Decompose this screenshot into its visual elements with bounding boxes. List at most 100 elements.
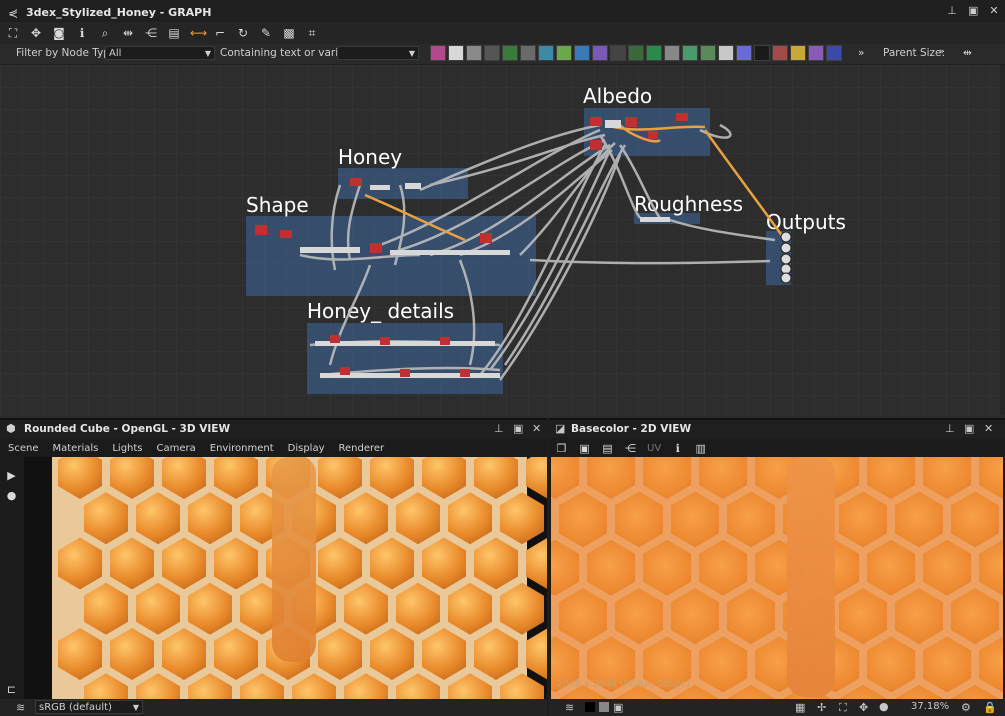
honey-cell [587, 457, 635, 499]
filter-noise-icon[interactable] [754, 45, 770, 61]
uv-toggle[interactable]: UV [647, 443, 661, 454]
filter-label: Filter by Node Type [16, 47, 117, 59]
tools-icon[interactable]: ✎ [259, 26, 273, 40]
menu-materials[interactable]: Materials [53, 443, 99, 454]
filter-shuffle-icon[interactable] [484, 45, 500, 61]
layout-icon[interactable]: ▤ [167, 26, 181, 40]
colorspace-select[interactable]: sRGB (default) ▼ [35, 700, 143, 714]
pin-icon[interactable]: ⊥ [494, 422, 504, 435]
view3d-viewport[interactable] [24, 457, 547, 699]
honey-cell [979, 457, 1003, 499]
honey-cell [58, 457, 102, 499]
pin-icon[interactable]: ⊥ [945, 422, 955, 435]
filter-grid-icon[interactable] [610, 45, 626, 61]
filter-fx-icon[interactable] [628, 45, 644, 61]
zoom-value[interactable]: 37.18% [911, 701, 949, 712]
filter-levels-icon[interactable] [664, 45, 680, 61]
fit-icon[interactable]: ⛶ [6, 26, 20, 40]
close-icon[interactable]: ✕ [532, 422, 541, 435]
connect-icon[interactable]: ⟷ [190, 26, 207, 40]
close-icon[interactable]: ✕ [989, 5, 999, 16]
view2d-viewport[interactable]: 2048 x 2048 (RGBA, 16bpc) [551, 457, 1003, 699]
float-icon[interactable]: ▣ [513, 422, 523, 435]
honey-cell [188, 673, 232, 699]
move-icon[interactable]: ✢ [817, 701, 826, 714]
filter-transform-icon[interactable] [538, 45, 554, 61]
honey-cell [923, 539, 971, 596]
refresh-icon[interactable]: ↻ [236, 26, 250, 40]
filter-svg-icon[interactable] [448, 45, 464, 61]
frame-icon[interactable]: ⌗ [305, 26, 319, 40]
parent-size-more-icon[interactable]: » [939, 47, 945, 57]
info-icon[interactable]: ℹ [671, 442, 684, 455]
document-icon[interactable]: ▤ [601, 442, 614, 455]
camera-icon[interactable]: ◙ [52, 26, 66, 40]
filter-curve-icon[interactable] [502, 45, 518, 61]
layers-icon[interactable]: ≋ [565, 701, 574, 714]
menu-display[interactable]: Display [288, 443, 325, 454]
close-icon[interactable]: ✕ [984, 422, 993, 435]
hierarchy-icon[interactable]: ⋲ [144, 26, 158, 40]
center-icon[interactable]: ✥ [859, 701, 868, 714]
filter-hsl-icon[interactable] [736, 45, 752, 61]
honey-cell [895, 684, 943, 699]
float-icon[interactable]: ▣ [968, 5, 978, 16]
filter-bw-icon[interactable] [772, 45, 788, 61]
menu-camera[interactable]: Camera [157, 443, 196, 454]
filter-drop-icon[interactable] [466, 45, 482, 61]
honey-cell [559, 491, 607, 548]
save-icon[interactable]: ▣ [578, 442, 591, 455]
video-icon[interactable]: ▶ [5, 469, 18, 482]
menu-environment[interactable]: Environment [210, 443, 274, 454]
grid-icon[interactable]: ▦ [795, 701, 805, 714]
route-icon[interactable]: ⌐ [213, 26, 227, 40]
fit-icon[interactable]: ⛶ [839, 701, 847, 715]
filter-blend-icon[interactable] [646, 45, 662, 61]
lock-icon[interactable]: 🔒 [983, 701, 997, 714]
histogram-icon[interactable]: ▥ [694, 442, 707, 455]
grey-swatch[interactable] [599, 702, 609, 712]
filter-output-icon[interactable] [826, 45, 842, 61]
filter-text-icon[interactable] [808, 45, 824, 61]
filter-normal-icon[interactable] [700, 45, 716, 61]
copy-icon[interactable]: ❐ [555, 442, 568, 455]
black-swatch[interactable] [585, 702, 595, 712]
info-icon[interactable]: ℹ [75, 26, 89, 40]
filter-bitmap-icon[interactable] [430, 45, 446, 61]
honey-cell [587, 539, 635, 596]
filter-shape-icon[interactable] [592, 45, 608, 61]
light-icon[interactable]: ● [5, 489, 18, 502]
filter-brush-icon[interactable] [520, 45, 536, 61]
menu-renderer[interactable]: Renderer [339, 443, 385, 454]
graph-scrollbar[interactable] [1000, 65, 1005, 415]
float-icon[interactable]: ▣ [964, 422, 974, 435]
link-options-icon[interactable]: ⇹ [963, 47, 972, 59]
more-icon[interactable]: » [858, 47, 864, 59]
menu-lights[interactable]: Lights [112, 443, 142, 454]
filter-histogram-icon[interactable] [718, 45, 734, 61]
image-icon[interactable]: ▣ [613, 701, 623, 714]
node-type-select[interactable]: All ▼ [105, 46, 215, 60]
search-icon[interactable]: ⌕ [98, 26, 112, 40]
filter-bar: Filter by Node Type All ▼ Containing tex… [0, 44, 1005, 65]
view2d-titlebar: ◪ Basecolor - 2D VIEW ⊥ ▣ ✕ [549, 420, 1005, 438]
honey-cell [110, 457, 154, 499]
filter-warning-icon[interactable] [790, 45, 806, 61]
filter-color-icon[interactable] [682, 45, 698, 61]
share-icon[interactable]: ⋲ [624, 442, 637, 455]
link-icon[interactable]: ⇹ [121, 26, 135, 40]
honey-cell [370, 537, 414, 590]
text-filter-input[interactable]: ▼ [337, 46, 419, 60]
filter-warp-icon[interactable] [574, 45, 590, 61]
settings-icon[interactable]: ⚙ [961, 701, 971, 714]
honey-cell [84, 673, 128, 699]
filter-gradient-icon[interactable] [556, 45, 572, 61]
center-icon[interactable]: ✥ [29, 26, 43, 40]
snapshot-icon[interactable]: ▩ [282, 26, 296, 40]
layers-icon[interactable]: ⊏ [5, 683, 18, 696]
graph-canvas[interactable]: Albedo Honey Shape Roughness Outputs Hon… [0, 65, 1000, 415]
view3d-title: Rounded Cube - OpenGL - 3D VIEW [24, 423, 231, 435]
zoom-minus-icon[interactable]: ● [879, 700, 889, 713]
pin-icon[interactable]: ⊥ [947, 5, 957, 16]
menu-scene[interactable]: Scene [8, 443, 39, 454]
